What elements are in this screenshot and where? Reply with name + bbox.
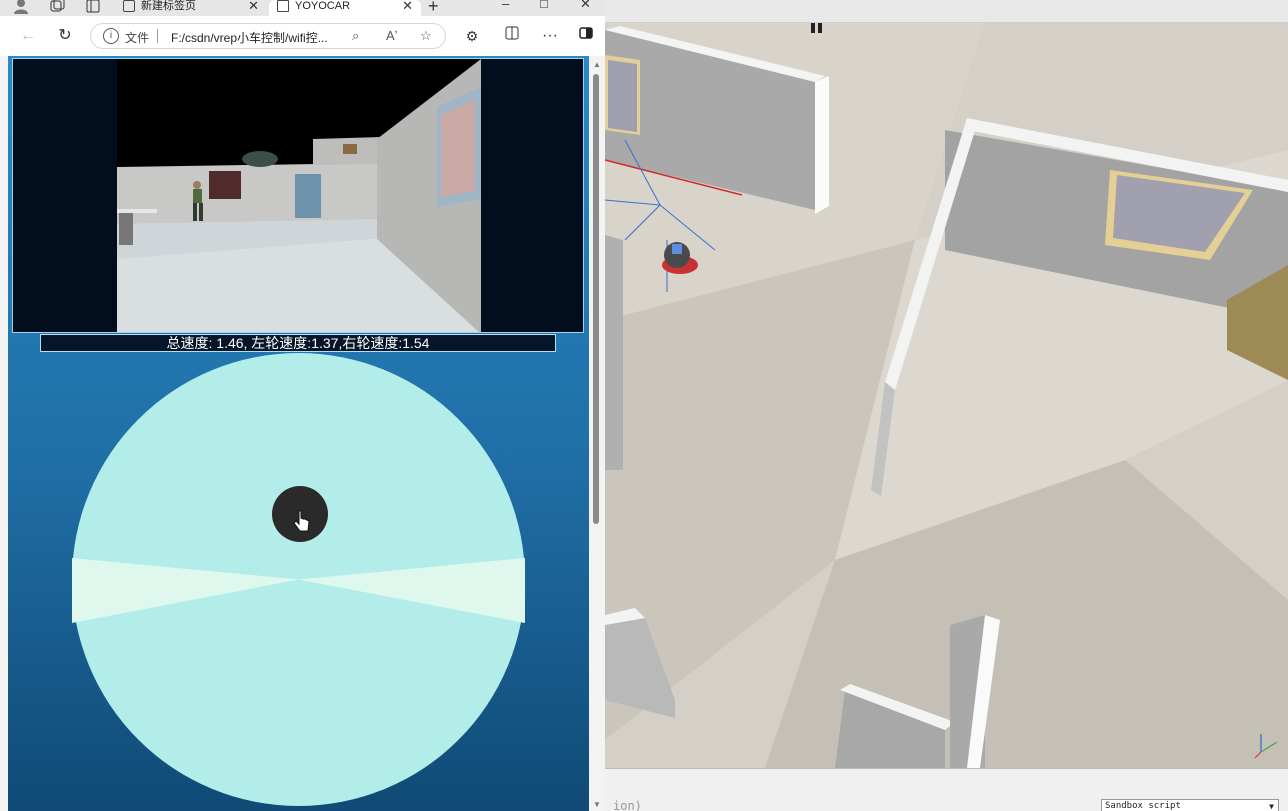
url-text[interactable]: F:/csdn/vrep小车控制/wifi控... [171, 29, 328, 46]
tab-bar: 新建标签页 ✕ YOYOCAR ✕ + – □ ✕ [0, 0, 605, 16]
script-selector[interactable]: Sandbox script ▼ [1101, 799, 1279, 811]
close-icon[interactable]: ✕ [248, 0, 259, 12]
back-arrow-icon[interactable]: ← [18, 26, 38, 46]
extensions-icon[interactable]: ⚙ [462, 26, 482, 46]
sim-status-panel: ion) Sandbox script ▼ [605, 768, 1288, 811]
read-aloud-icon[interactable]: Aʼ [386, 28, 398, 43]
address-bar: ← ↻ i 文件 F:/csdn/vrep小车控制/wifi控... ⌕ Aʼ … [0, 16, 605, 56]
newtab-page-icon [123, 0, 135, 12]
camera-scene [13, 59, 583, 332]
joystick[interactable] [72, 353, 525, 806]
zoom-icon[interactable]: ⌕ [352, 28, 359, 44]
close-window-button[interactable]: ✕ [580, 0, 591, 12]
scroll-thumb[interactable] [593, 74, 599, 524]
simulation-scene[interactable] [605, 0, 1288, 811]
chevron-down-icon[interactable]: ▼ [1269, 800, 1274, 811]
url-omnibox[interactable]: i 文件 F:/csdn/vrep小车控制/wifi控... ⌕ Aʼ ☆ [90, 23, 446, 49]
tab-title: 新建标签页 [141, 0, 196, 12]
tab-title: YOYOCAR [295, 0, 351, 12]
scrollbar[interactable]: ▲ ▼ [589, 56, 605, 811]
simulator-window: ion) Sandbox script ▼ [605, 0, 1288, 811]
sidebar-icon[interactable] [576, 26, 596, 46]
star-icon[interactable]: ☆ [420, 28, 432, 44]
speed-readout: 总速度: 1.46, 左轮速度:1.37,右轮速度:1.54 [40, 334, 556, 352]
close-icon[interactable]: ✕ [402, 0, 413, 12]
sim-toolbar [605, 0, 1288, 23]
refresh-icon[interactable]: ↻ [55, 26, 75, 46]
page-viewport: 总速度: 1.46, 左轮速度:1.37,右轮速度:1.54 [8, 56, 589, 811]
more-icon[interactable]: ··· [540, 26, 560, 46]
document-icon [277, 0, 289, 12]
minimize-button[interactable]: – [502, 0, 509, 11]
browser-window: 新建标签页 ✕ YOYOCAR ✕ + – □ ✕ ← ↻ i 文件 F:/cs… [0, 0, 605, 811]
maximize-button[interactable]: □ [540, 0, 548, 11]
console-text: ion) [613, 799, 642, 811]
split-screen-icon[interactable] [502, 26, 522, 46]
scroll-up-arrow-icon[interactable]: ▲ [593, 60, 601, 69]
script-selector-value: Sandbox script [1105, 801, 1181, 811]
divider [157, 29, 158, 43]
new-tab-button[interactable]: + [428, 0, 439, 17]
tab-yoyocar[interactable]: YOYOCAR ✕ [269, 0, 421, 16]
scroll-down-arrow-icon[interactable]: ▼ [593, 800, 601, 809]
info-icon[interactable]: i [103, 28, 119, 44]
workspaces-icon[interactable] [48, 0, 66, 16]
profile-icon[interactable] [12, 0, 30, 16]
tab-actions-icon[interactable] [84, 0, 102, 16]
tab-new-tab[interactable]: 新建标签页 ✕ [115, 0, 267, 16]
security-label: 文件 [125, 31, 150, 45]
camera-feed [12, 58, 584, 333]
